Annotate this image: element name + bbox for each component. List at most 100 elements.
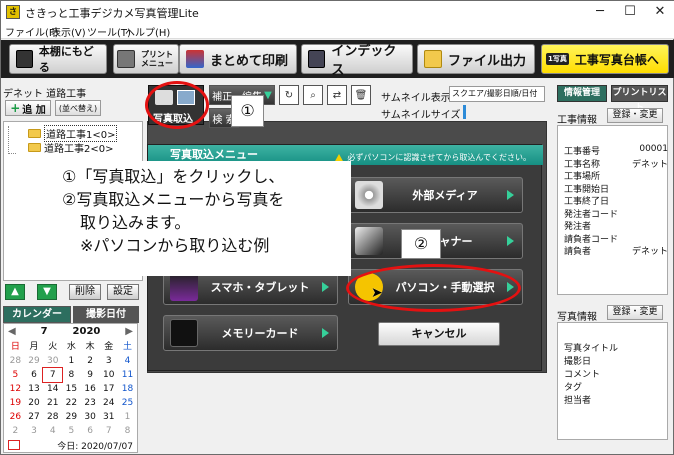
calendar-day[interactable]: 13 — [25, 382, 44, 396]
photo-info-panel: 写真タイトル 撮影日 コメント タグ 担当者 — [557, 322, 668, 440]
menu-bar: ファイル(F) 表示(V) ツール(T) ヘルプ(H) — [1, 23, 674, 39]
menu-help[interactable]: ヘルプ(H) — [125, 24, 170, 39]
work-info-row: 工事開始日 — [564, 182, 668, 195]
calendar-day[interactable]: 18 — [118, 382, 137, 396]
tree-item-road-2[interactable]: 道路工事2<0> — [28, 140, 113, 155]
work-info-key: 工事名称 — [564, 159, 601, 170]
calendar-day[interactable]: 8 — [62, 368, 81, 382]
next-month-icon[interactable]: ▶ — [125, 326, 133, 337]
calendar-day[interactable]: 26 — [6, 410, 25, 424]
calendar-day[interactable]: 19 — [6, 396, 25, 410]
external-media-option[interactable]: 外部メディア — [348, 177, 523, 213]
thumb-size-slider[interactable] — [463, 105, 466, 119]
work-info-value: 00001 — [639, 144, 668, 154]
calendar-day[interactable]: 29 — [25, 354, 44, 368]
thumb-display-select[interactable]: スクエア/撮影日順/日付 — [449, 86, 545, 102]
sort-button[interactable]: (並べ替え) — [55, 100, 101, 116]
work-info-value: デネット — [631, 159, 668, 170]
work-info-edit-button[interactable]: 登録・変更 — [607, 108, 663, 123]
arrow-up-icon: ▲ — [11, 286, 19, 297]
calendar-day[interactable]: 28 — [6, 354, 25, 368]
tab-info-management[interactable]: 情報管理 — [557, 85, 607, 102]
batch-print-button[interactable]: まとめて印刷 — [179, 44, 297, 74]
work-info-key: 請負者コード — [564, 234, 619, 245]
calendar-day[interactable]: 4 — [118, 354, 137, 368]
calendar-day[interactable]: 11 — [118, 368, 137, 382]
tab-shot-date[interactable]: 撮影日付 — [73, 306, 139, 323]
calendar-day[interactable]: 29 — [62, 410, 81, 424]
calendar-day[interactable]: 4 — [43, 424, 62, 438]
rotate-icon[interactable]: ↻ — [279, 85, 299, 105]
calendar-week-row: 28 29 30 1 2 3 4 — [6, 354, 137, 368]
settings-button[interactable]: 設定 — [107, 284, 139, 300]
close-button[interactable]: ✕ — [645, 1, 674, 23]
back-to-shelf-button[interactable]: 本棚にもどる — [9, 44, 107, 74]
work-info-key: 工事終了日 — [564, 197, 610, 207]
calendar-day[interactable]: 6 — [81, 424, 100, 438]
calendar-day[interactable]: 30 — [43, 354, 62, 368]
calendar-day[interactable]: 7 — [99, 424, 118, 438]
print-menu-button[interactable]: プリント メニュー — [113, 44, 179, 74]
arrow-down-icon: ▼ — [43, 286, 51, 297]
calendar-day[interactable]: 28 — [43, 410, 62, 424]
maximize-button[interactable]: ☐ — [615, 1, 645, 23]
calendar-day[interactable]: 6 — [25, 368, 44, 382]
calendar-day[interactable]: 3 — [25, 424, 44, 438]
calendar-day[interactable]: 27 — [25, 410, 44, 424]
calendar-day[interactable]: 12 — [6, 382, 25, 396]
calendar-day[interactable]: 31 — [99, 410, 118, 424]
calendar-day[interactable]: 5 — [62, 424, 81, 438]
calendar-day[interactable]: 10 — [99, 368, 118, 382]
calendar-day[interactable]: 8 — [118, 424, 137, 438]
index-icon — [308, 50, 326, 68]
minimize-button[interactable]: ─ — [585, 1, 615, 23]
photo-ledger-button[interactable]: 1写真 工事写真台帳へ — [541, 44, 669, 74]
calendar-day[interactable]: 3 — [99, 354, 118, 368]
plus-icon: + — [10, 101, 21, 115]
cancel-button[interactable]: キャンセル — [378, 322, 500, 346]
calendar-day[interactable]: 14 — [43, 382, 62, 396]
back-label: 本棚にもどる — [38, 45, 94, 74]
delete-button[interactable]: 削除 — [69, 284, 101, 300]
calendar-day[interactable]: 23 — [81, 396, 100, 410]
move-up-button[interactable]: ▲ — [5, 284, 25, 300]
calendar-day[interactable]: 15 — [62, 382, 81, 396]
calendar-day[interactable]: 17 — [99, 382, 118, 396]
calendar-day[interactable]: 1 — [118, 410, 137, 424]
note-line-1: ①「写真取込」をクリックし、 — [62, 167, 285, 186]
photo-info-edit-button[interactable]: 登録・変更 — [607, 305, 663, 320]
calendar-weekday: 金 — [104, 342, 114, 352]
swap-icon[interactable]: ⇄ — [327, 85, 347, 105]
menu-view[interactable]: 表示(V) — [51, 24, 86, 39]
zoom-icon[interactable]: ⌕ — [303, 85, 323, 105]
chevron-right-icon — [322, 328, 329, 338]
calendar-weekday: 月 — [29, 342, 39, 352]
calendar-day[interactable]: 22 — [62, 396, 81, 410]
move-down-button[interactable]: ▼ — [37, 284, 57, 300]
calendar-year: 2020 — [72, 326, 101, 337]
chevron-right-icon — [507, 236, 514, 246]
calendar-day[interactable]: 9 — [81, 368, 100, 382]
file-output-button[interactable]: ファイル出力 — [417, 44, 535, 74]
calendar-day[interactable]: 5 — [6, 368, 25, 382]
calendar-day[interactable]: 24 — [99, 396, 118, 410]
calendar-day[interactable]: 16 — [81, 382, 100, 396]
memory-card-option[interactable]: メモリーカード — [163, 315, 338, 351]
calendar-day[interactable]: 20 — [25, 396, 44, 410]
calendar-day[interactable]: 2 — [81, 354, 100, 368]
calendar-day[interactable]: 21 — [43, 396, 62, 410]
work-info-row: 発注者 — [564, 219, 668, 232]
calendar-day[interactable]: 7 — [42, 367, 64, 383]
highlight-import-ellipse — [145, 81, 209, 129]
calendar-day[interactable]: 1 — [62, 354, 81, 368]
calendar-weekday: 火 — [48, 342, 58, 352]
calendar-day[interactable]: 25 — [118, 396, 137, 410]
calendar-day[interactable]: 2 — [6, 424, 25, 438]
trash-icon[interactable]: 🗑 — [351, 85, 371, 105]
calendar-week-row: 12 13 14 15 16 17 18 — [6, 382, 137, 396]
tab-calendar[interactable]: カレンダー — [3, 306, 71, 323]
add-button[interactable]: + 追 加 — [5, 100, 51, 116]
index-button[interactable]: インデックス — [301, 44, 413, 78]
tab-print-list[interactable]: プリントリスト — [611, 85, 668, 113]
calendar-day[interactable]: 30 — [81, 410, 100, 424]
